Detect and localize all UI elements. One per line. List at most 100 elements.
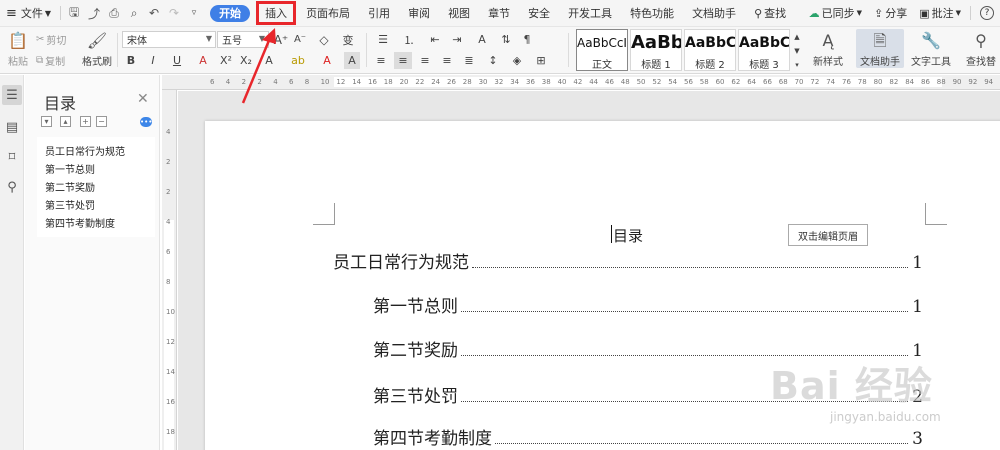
bold-icon[interactable]: B <box>124 52 138 69</box>
toc-entry[interactable]: 第四节考勤制度 3 <box>373 427 923 449</box>
ruler-number: 4 <box>273 78 278 86</box>
remove-heading-icon[interactable]: − <box>96 116 107 127</box>
export-icon[interactable]: ⤴ <box>84 0 104 27</box>
phonetic-icon[interactable]: 变 <box>338 31 358 48</box>
ruler-number: 70 <box>794 78 804 86</box>
ruler-number: 90 <box>952 78 962 86</box>
bullet-list-icon[interactable]: ☰ <box>372 31 394 48</box>
group-separator <box>568 33 569 67</box>
shading-icon[interactable]: ◈ <box>506 52 528 69</box>
superscript-icon[interactable]: X² <box>218 52 234 69</box>
find-replace-button[interactable]: ⚲ 查找替 <box>962 29 1000 68</box>
increase-indent-icon[interactable]: ⇥ <box>448 31 466 48</box>
toc-panel-icon[interactable]: ☰ <box>2 85 22 105</box>
font-color-icon[interactable]: A <box>316 52 338 69</box>
tab-page-layout[interactable]: 页面布局 <box>300 0 356 27</box>
clear-format-icon[interactable]: ◇ <box>316 31 332 48</box>
text-effect-icon[interactable]: A <box>258 52 280 69</box>
grow-font-icon[interactable]: A⁺ <box>273 31 289 48</box>
style-heading-3[interactable]: AaBbC 标题 3 <box>738 29 790 71</box>
tab-insert[interactable]: 插入 <box>256 1 297 25</box>
file-menu[interactable]: ≡ 文件 ▼ <box>0 0 57 27</box>
bookmark-icon[interactable]: ⌑ <box>2 147 22 167</box>
tab-features[interactable]: 特色功能 <box>624 0 680 27</box>
toc-tree-item[interactable]: 第一节总则 <box>45 161 95 176</box>
tab-view[interactable]: 视图 <box>442 0 476 27</box>
toc-entry[interactable]: 第一节总则 1 <box>373 295 923 317</box>
tab-doc-assistant[interactable]: 文档助手 <box>686 0 742 27</box>
new-style-button[interactable]: Ą 新样式 <box>806 29 850 68</box>
italic-icon[interactable]: I <box>146 52 160 69</box>
subscript-icon[interactable]: X₂ <box>238 52 254 69</box>
doc-assistant-button[interactable]: 🗎 文档助手 <box>856 29 904 68</box>
print-icon[interactable]: ⎙ <box>104 0 124 27</box>
font-name-select[interactable]: 宋体 ▼ <box>122 31 216 48</box>
horizontal-ruler[interactable]: 6 4 2 2 4 6 8 10 12 14 16 18 20 22 24 26 28 30 32 34 36 38 40 4… <box>162 75 1000 90</box>
cut-button[interactable]: ✂ 剪切 <box>36 31 66 47</box>
style-heading-1[interactable]: AaBb 标题 1 <box>630 29 682 71</box>
decrease-indent-icon[interactable]: ⇤ <box>426 31 444 48</box>
style-heading-2[interactable]: AaBbC 标题 2 <box>684 29 736 71</box>
expand-all-icon[interactable]: ▾ <box>41 116 52 127</box>
copy-button[interactable]: ⧉ 复制 <box>36 52 65 68</box>
share-button[interactable]: ⇪ 分享 <box>868 0 913 27</box>
comment-button[interactable]: ▣ 批注 ▼ <box>913 0 967 27</box>
style-normal[interactable]: AaBbCcI 正文 <box>576 29 628 71</box>
chinese-layout-icon[interactable]: A <box>470 31 494 48</box>
toc-tree-item[interactable]: 第二节奖励 <box>45 179 95 194</box>
tab-start[interactable]: 开始 <box>210 4 251 22</box>
tab-chapter[interactable]: 章节 <box>482 0 516 27</box>
print-preview-icon[interactable]: ⌕ <box>124 0 144 27</box>
toc-panel-title: 目录 <box>44 94 77 113</box>
undo-icon[interactable]: ↶ <box>144 0 164 27</box>
text-tools-button[interactable]: 🔧 文字工具 <box>906 29 956 68</box>
toc-options-icon[interactable]: ••• <box>140 117 152 127</box>
char-shading-icon[interactable]: A <box>344 52 360 69</box>
sort-icon[interactable]: ⇅ <box>498 31 514 48</box>
styles-scroll-down-icon[interactable]: ▼ <box>792 44 802 57</box>
toc-tree-item[interactable]: 员工日常行为规范 <box>45 143 125 158</box>
shrink-font-icon[interactable]: A⁻ <box>292 31 308 48</box>
align-right-icon[interactable]: ≡ <box>416 52 434 69</box>
search-menu[interactable]: ⚲ 查找 <box>748 0 792 27</box>
format-painter-button[interactable]: 🖌 格式刷 <box>80 29 114 68</box>
underline-icon[interactable]: U <box>166 52 188 69</box>
paste-button[interactable]: 📋 粘贴 <box>3 29 33 68</box>
sync-status[interactable]: ☁ 已同步 ▼ <box>803 0 868 27</box>
save-icon[interactable]: 🖫 <box>64 0 84 27</box>
toc-tree-item[interactable]: 第三节处罚 <box>45 197 95 212</box>
add-heading-icon[interactable]: + <box>80 116 91 127</box>
toc-entry[interactable]: 员工日常行为规范 1 <box>333 251 923 273</box>
vertical-ruler[interactable]: 4 2 2 4 6 8 10 12 14 16 18 <box>162 90 177 450</box>
ruler-number: 2 <box>166 158 171 166</box>
justify-icon[interactable]: ≡ <box>438 52 456 69</box>
toc-tree-item[interactable]: 第四节考勤制度 <box>45 215 115 230</box>
help-button[interactable]: ? <box>974 0 1000 27</box>
ruler-number: 60 <box>715 78 725 86</box>
close-icon[interactable]: ✕ <box>137 91 149 107</box>
numbered-list-icon[interactable]: ⒈ <box>398 31 420 48</box>
menu-right-group: ☁ 已同步 ▼ ⇪ 分享 ▣ 批注 ▼ ? <box>803 0 1000 27</box>
redo-icon[interactable]: ↷ <box>164 0 184 27</box>
left-icon-strip: ☰ ▤ ⌑ ⚲ <box>0 75 24 450</box>
highlight-icon[interactable]: ab <box>286 52 310 69</box>
line-spacing-icon[interactable]: ↕ <box>482 52 504 69</box>
border-icon[interactable]: ⊞ <box>530 52 552 69</box>
font-size-select[interactable]: 五号 ▼ <box>217 31 269 48</box>
edit-header-button[interactable]: 双击编辑页眉 <box>788 224 868 246</box>
distributed-icon[interactable]: ≣ <box>460 52 478 69</box>
search-panel-icon[interactable]: ⚲ <box>2 177 22 197</box>
align-left-icon[interactable]: ≡ <box>372 52 390 69</box>
styles-more-icon[interactable]: ▾ <box>792 58 802 71</box>
show-marks-icon[interactable]: ¶ <box>518 31 536 48</box>
tab-developer[interactable]: 开发工具 <box>562 0 618 27</box>
align-center-icon[interactable]: ≡ <box>394 52 412 69</box>
customize-chevron-icon[interactable]: ▿ <box>184 0 204 27</box>
styles-scroll-up-icon[interactable]: ▲ <box>792 30 802 43</box>
strikethrough-icon[interactable]: A <box>192 52 214 69</box>
collapse-all-icon[interactable]: ▴ <box>60 116 71 127</box>
tab-references[interactable]: 引用 <box>362 0 396 27</box>
tab-security[interactable]: 安全 <box>522 0 556 27</box>
chapter-nav-icon[interactable]: ▤ <box>2 117 22 137</box>
tab-review[interactable]: 审阅 <box>402 0 436 27</box>
